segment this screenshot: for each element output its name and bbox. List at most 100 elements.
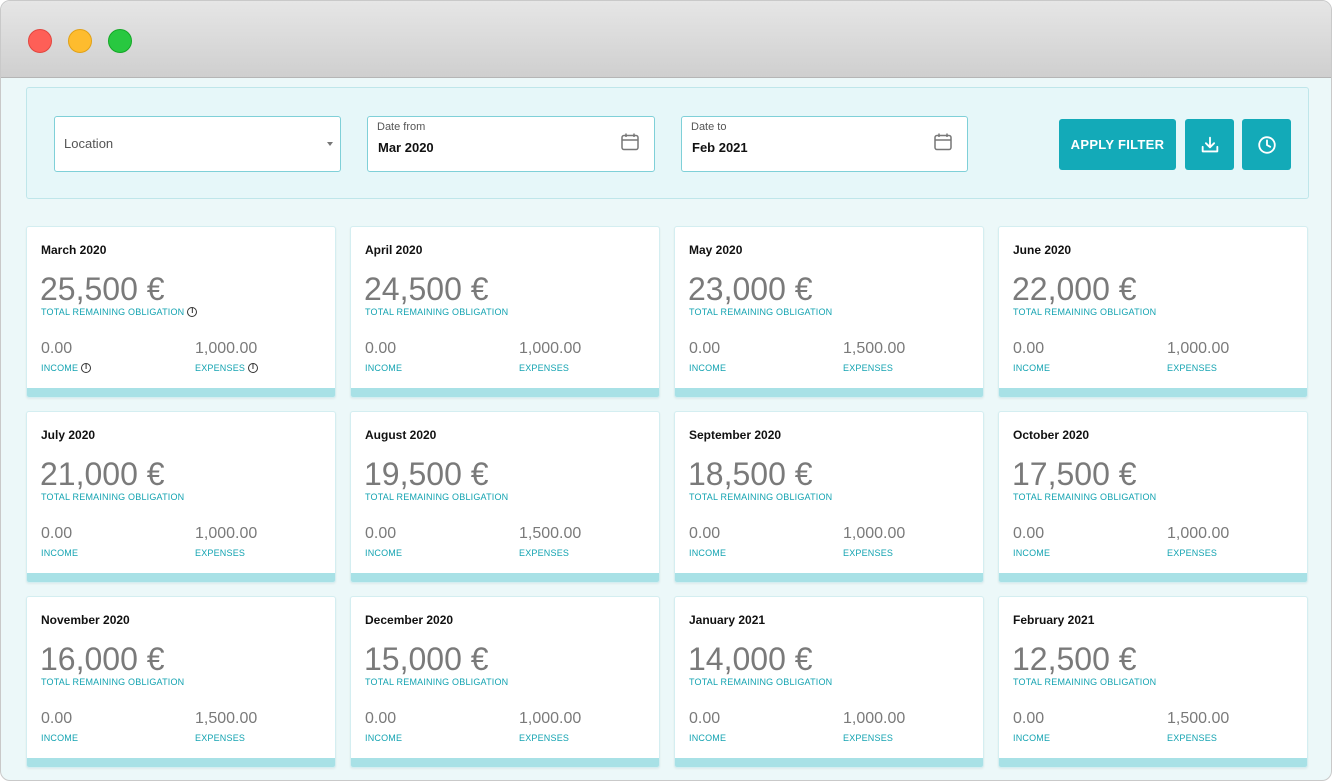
clock-icon — [1257, 135, 1276, 154]
app-window: Location Date from Mar 2020 Date to Feb … — [0, 0, 1332, 781]
total-caption-text: TOTAL REMAINING OBLIGATION — [1013, 307, 1157, 317]
expenses-caption-text: EXPENSES — [1167, 548, 1218, 558]
total-caption: TOTAL REMAINING OBLIGATION i — [41, 307, 198, 317]
income-caption: INCOME — [1013, 363, 1050, 373]
calendar-icon[interactable] — [620, 132, 640, 152]
expenses-caption: EXPENSES — [843, 548, 893, 558]
card-total-value: 19,500 € — [364, 456, 489, 492]
date-from-label: Date from — [377, 121, 426, 133]
download-icon — [1201, 136, 1218, 152]
location-select[interactable]: Location — [54, 116, 341, 172]
income-caption-text: INCOME — [365, 548, 403, 558]
card-month: March 2020 — [41, 243, 107, 257]
card-expenses-value: 1,000.00 — [195, 340, 258, 357]
expenses-caption-text: EXPENSES — [195, 548, 246, 558]
total-caption-text: TOTAL REMAINING OBLIGATION — [365, 307, 509, 317]
card-month: September 2020 — [689, 428, 782, 442]
card-expenses-value: 1,000.00 — [519, 710, 582, 727]
month-card: October 2020 17,500 € TOTAL REMAINING OB… — [998, 411, 1308, 583]
total-caption: TOTAL REMAINING OBLIGATION — [41, 677, 184, 687]
total-caption: TOTAL REMAINING OBLIGATION — [365, 492, 508, 502]
total-caption: TOTAL REMAINING OBLIGATION — [365, 307, 508, 317]
card-month: August 2020 — [365, 428, 437, 442]
expenses-caption: EXPENSES — [843, 363, 893, 373]
apply-filter-button[interactable]: APPLY FILTER — [1059, 119, 1176, 170]
income-caption: INCOME — [689, 548, 726, 558]
card-expenses-value: 1,000.00 — [195, 525, 258, 542]
income-caption: INCOME — [689, 363, 726, 373]
card-expenses-value: 1,000.00 — [519, 340, 582, 357]
info-icon[interactable]: i — [248, 363, 259, 373]
total-caption: TOTAL REMAINING OBLIGATION — [689, 492, 832, 502]
card-income-value: 0.00 — [689, 340, 721, 357]
income-caption: INCOME i — [41, 363, 92, 373]
income-caption-text: INCOME — [1013, 548, 1051, 558]
card-total-value: 15,000 € — [364, 641, 489, 677]
card-expenses-value: 1,000.00 — [843, 710, 906, 727]
month-card: March 2020 25,500 € TOTAL REMAINING OBLI… — [26, 226, 336, 398]
expenses-caption-text: EXPENSES — [519, 548, 570, 558]
maximize-window-button[interactable] — [108, 29, 132, 53]
close-window-button[interactable] — [28, 29, 52, 53]
download-button[interactable] — [1185, 119, 1234, 170]
expenses-caption-text: EXPENSES — [195, 733, 246, 743]
expenses-caption: EXPENSES — [1167, 733, 1217, 743]
expenses-caption: EXPENSES — [195, 733, 245, 743]
card-total-value: 23,000 € — [688, 271, 813, 307]
month-card: September 2020 18,500 € TOTAL REMAINING … — [674, 411, 984, 583]
income-caption: INCOME — [365, 733, 402, 743]
date-from-value: Mar 2020 — [378, 140, 434, 155]
card-month: October 2020 — [1013, 428, 1090, 442]
income-caption-text: INCOME — [689, 548, 727, 558]
card-expenses-value: 1,500.00 — [195, 710, 258, 727]
date-to-field[interactable]: Date to Feb 2021 — [681, 116, 968, 172]
income-caption-text: INCOME — [41, 548, 79, 558]
total-caption-text: TOTAL REMAINING OBLIGATION — [41, 307, 185, 317]
expenses-caption: EXPENSES i — [195, 363, 259, 373]
card-income-value: 0.00 — [365, 525, 397, 542]
card-income-value: 0.00 — [41, 710, 73, 727]
info-icon[interactable]: i — [187, 307, 198, 317]
total-caption-text: TOTAL REMAINING OBLIGATION — [41, 677, 185, 687]
total-caption: TOTAL REMAINING OBLIGATION — [1013, 307, 1156, 317]
card-expenses-value: 1,000.00 — [1167, 525, 1230, 542]
month-card: June 2020 22,000 € TOTAL REMAINING OBLIG… — [998, 226, 1308, 398]
card-income-value: 0.00 — [1013, 525, 1045, 542]
expenses-caption-text: EXPENSES — [1167, 733, 1218, 743]
month-card: April 2020 24,500 € TOTAL REMAINING OBLI… — [350, 226, 660, 398]
location-placeholder: Location — [64, 136, 114, 151]
total-caption-text: TOTAL REMAINING OBLIGATION — [1013, 492, 1157, 502]
month-card-grid: March 2020 25,500 € TOTAL REMAINING OBLI… — [26, 226, 1310, 768]
income-caption-text: INCOME — [1013, 363, 1051, 373]
card-income-value: 0.00 — [689, 525, 721, 542]
card-expenses-value: 1,000.00 — [1167, 340, 1230, 357]
info-icon[interactable]: i — [81, 363, 92, 373]
card-month: July 2020 — [41, 428, 96, 442]
history-button[interactable] — [1242, 119, 1291, 170]
month-card: July 2020 21,000 € TOTAL REMAINING OBLIG… — [26, 411, 336, 583]
card-income-value: 0.00 — [41, 340, 73, 357]
card-month: December 2020 — [365, 613, 454, 627]
expenses-caption-text: EXPENSES — [195, 363, 246, 373]
card-income-value: 0.00 — [365, 340, 397, 357]
income-caption-text: INCOME — [41, 733, 79, 743]
date-from-field[interactable]: Date from Mar 2020 — [367, 116, 655, 172]
total-caption-text: TOTAL REMAINING OBLIGATION — [365, 677, 509, 687]
card-total-value: 14,000 € — [688, 641, 813, 677]
month-card: February 2021 12,500 € TOTAL REMAINING O… — [998, 596, 1308, 768]
card-income-value: 0.00 — [41, 525, 73, 542]
total-caption-text: TOTAL REMAINING OBLIGATION — [1013, 677, 1157, 687]
card-income-value: 0.00 — [1013, 710, 1045, 727]
minimize-window-button[interactable] — [68, 29, 92, 53]
calendar-icon[interactable] — [933, 132, 953, 152]
card-total-value: 17,500 € — [1012, 456, 1137, 492]
card-expenses-value: 1,000.00 — [843, 525, 906, 542]
income-caption-text: INCOME — [365, 363, 403, 373]
income-caption: INCOME — [1013, 548, 1050, 558]
total-caption-text: TOTAL REMAINING OBLIGATION — [41, 492, 185, 502]
card-total-value: 21,000 € — [40, 456, 165, 492]
income-caption: INCOME — [41, 733, 78, 743]
date-to-label: Date to — [691, 121, 727, 133]
total-caption: TOTAL REMAINING OBLIGATION — [1013, 492, 1156, 502]
income-caption: INCOME — [365, 363, 402, 373]
